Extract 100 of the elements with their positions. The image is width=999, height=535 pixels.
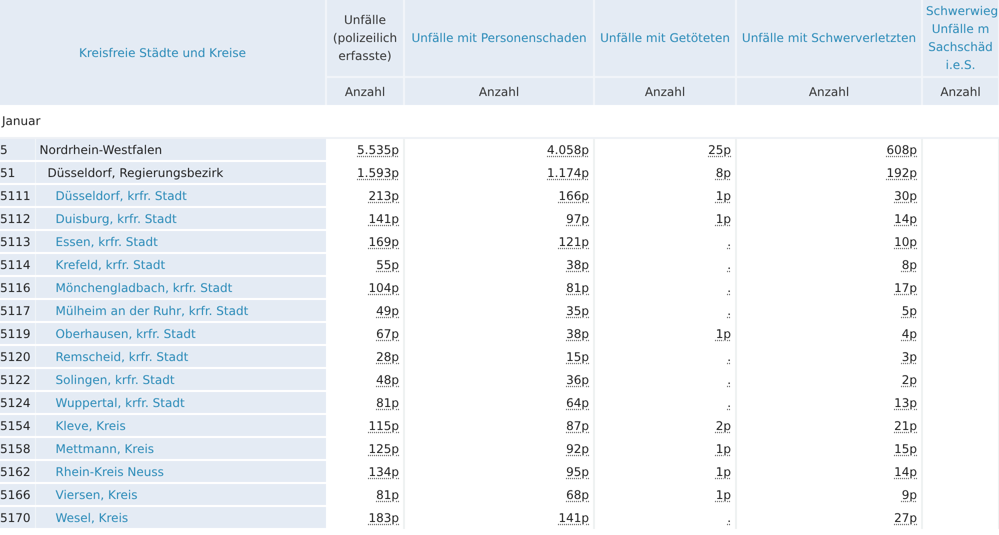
region-name[interactable]: Kleve, Kreis <box>35 414 326 437</box>
region-code: 5113 <box>0 230 35 253</box>
table-value: 81p <box>566 280 590 294</box>
region-name[interactable]: Oberhausen, krfr. Stadt <box>35 322 326 345</box>
column-header[interactable]: Unfälle mit Schwerverletzten <box>736 0 922 77</box>
region-code: 5162 <box>0 460 35 483</box>
table-value: . <box>727 510 732 524</box>
table-value: 68p <box>566 488 590 502</box>
region-name[interactable]: Düsseldorf, krfr. Stadt <box>35 184 326 207</box>
table-value: 1.174p <box>547 166 590 180</box>
region-name[interactable]: Remscheid, krfr. Stadt <box>35 345 326 368</box>
column-header[interactable]: Unfälle mit Getöteten <box>594 0 736 77</box>
table-value: 115p <box>368 418 400 432</box>
column-header[interactable]: Schwerwieg Unfälle m Sachschäd i.e.S. <box>922 0 999 77</box>
table-value: 213p <box>368 188 400 202</box>
region-name: Düsseldorf, Regierungsbezirk <box>35 161 326 184</box>
table-value: 17p <box>894 280 918 294</box>
table-value: 5.535p <box>357 143 400 157</box>
region-name[interactable]: Mülheim an der Ruhr, krfr. Stadt <box>35 299 326 322</box>
region-name[interactable]: Solingen, krfr. Stadt <box>35 368 326 391</box>
region-code: 5158 <box>0 437 35 460</box>
table-value: 4.058p <box>547 143 590 157</box>
table-value: 183p <box>368 510 400 524</box>
table-value: . <box>727 234 732 248</box>
column-header: Unfälle (polizeilich erfasste) <box>326 0 404 77</box>
table-value: 87p <box>566 418 590 432</box>
table-value: . <box>727 280 732 294</box>
table-value: 1p <box>716 488 732 502</box>
group-label: Januar <box>2 114 40 128</box>
region-name[interactable]: Essen, krfr. Stadt <box>35 230 326 253</box>
table-value: 141p <box>368 212 400 226</box>
region-name[interactable]: Mönchengladbach, krfr. Stadt <box>35 276 326 299</box>
table-value: 2p <box>716 418 732 432</box>
column-header[interactable]: Unfälle mit Personenschaden <box>404 0 594 77</box>
table-value: . <box>727 304 732 318</box>
table-value: 1p <box>716 442 732 456</box>
table-value: 35p <box>566 304 590 318</box>
table-value: 1p <box>716 188 732 202</box>
table-value: 121p <box>558 234 590 248</box>
table-value: 38p <box>566 326 590 340</box>
table-value: 3p <box>902 350 918 364</box>
table-value: 1.593p <box>357 166 400 180</box>
region-code: 5114 <box>0 253 35 276</box>
region-code: 5120 <box>0 345 35 368</box>
region-code: 5170 <box>0 506 35 529</box>
column-header[interactable]: Kreisfreie Städte und Kreise <box>0 0 326 105</box>
unit-header: Anzahl <box>922 77 999 105</box>
table-value: 21p <box>894 418 918 432</box>
table-value: 67p <box>376 326 400 340</box>
region-name[interactable]: Rhein-Kreis Neuss <box>35 460 326 483</box>
table-value: . <box>727 258 732 272</box>
region-name[interactable]: Wuppertal, krfr. Stadt <box>35 391 326 414</box>
table-value: 95p <box>566 464 590 478</box>
table-value: 104p <box>368 280 400 294</box>
table-value: 28p <box>376 350 400 364</box>
region-name[interactable]: Mettmann, Kreis <box>35 437 326 460</box>
region-name: Nordrhein-Westfalen <box>35 138 326 161</box>
table-value: 166p <box>558 188 590 202</box>
table-value: 14p <box>894 464 918 478</box>
table-value: . <box>727 372 732 386</box>
table-value: 48p <box>376 372 400 386</box>
table-value: 1p <box>716 212 732 226</box>
table-value: 15p <box>566 350 590 364</box>
region-name[interactable]: Krefeld, krfr. Stadt <box>35 253 326 276</box>
region-code: 5 <box>0 138 35 161</box>
table-value: 608p <box>886 143 918 157</box>
table-value: 1p <box>716 326 732 340</box>
table-value: 8p <box>716 166 732 180</box>
region-name[interactable]: Duisburg, krfr. Stadt <box>35 207 326 230</box>
unit-header: Anzahl <box>404 77 594 105</box>
table-value: 14p <box>894 212 918 226</box>
region-code: 51 <box>0 161 35 184</box>
table-value: 2p <box>902 372 918 386</box>
table-value: 81p <box>376 396 400 410</box>
table-value: 81p <box>376 488 400 502</box>
unit-header: Anzahl <box>594 77 736 105</box>
table-value: 125p <box>368 442 400 456</box>
table-value: 5p <box>902 304 918 318</box>
region-code: 5154 <box>0 414 35 437</box>
table-value: 92p <box>566 442 590 456</box>
unit-header: Anzahl <box>326 77 404 105</box>
table-value: . <box>727 396 732 410</box>
region-name[interactable]: Wesel, Kreis <box>35 506 326 529</box>
table-value: 15p <box>894 442 918 456</box>
region-code: 5112 <box>0 207 35 230</box>
table-value: 38p <box>566 258 590 272</box>
table-value: 97p <box>566 212 590 226</box>
region-code: 5117 <box>0 299 35 322</box>
table-value: 10p <box>894 234 918 248</box>
table-value: . <box>727 350 732 364</box>
region-code: 5111 <box>0 184 35 207</box>
table-value: 36p <box>566 372 590 386</box>
table-value: 134p <box>368 464 400 478</box>
region-name[interactable]: Viersen, Kreis <box>35 483 326 506</box>
table-value: 8p <box>902 258 918 272</box>
region-code: 5124 <box>0 391 35 414</box>
region-code: 5119 <box>0 322 35 345</box>
table-value: 192p <box>886 166 918 180</box>
table-value: 30p <box>894 188 918 202</box>
table-value: 1p <box>716 464 732 478</box>
